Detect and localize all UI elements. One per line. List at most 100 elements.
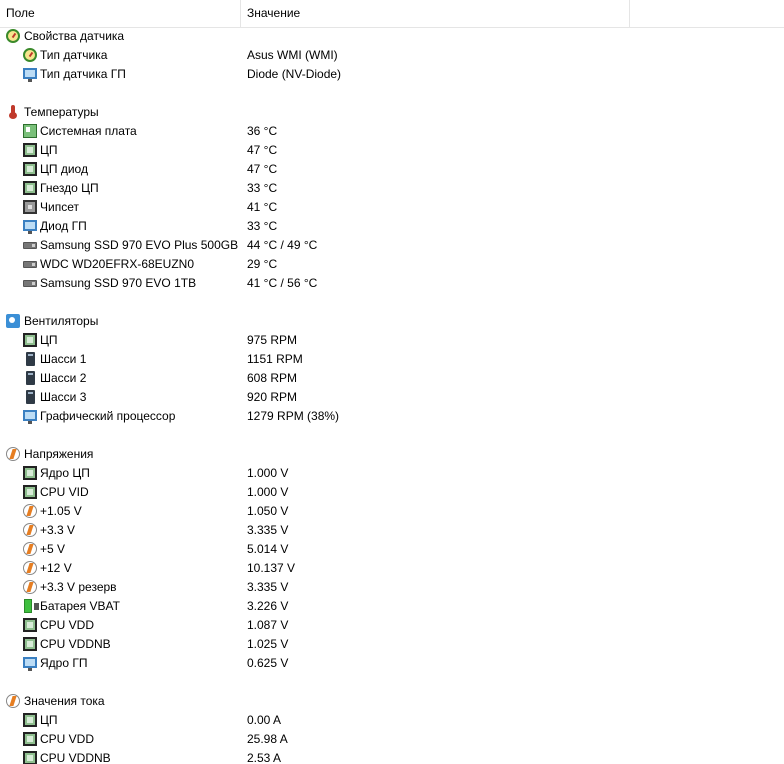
- list-item[interactable]: Батарея VBAT 3.226 V: [0, 597, 784, 616]
- field-label: +3.3 V резерв: [40, 580, 117, 594]
- list-item[interactable]: CPU VDD 25.98 A: [0, 730, 784, 749]
- category-row[interactable]: Напряжения: [0, 445, 784, 464]
- list-item[interactable]: CPU VDDNB 1.025 V: [0, 635, 784, 654]
- field-label: Чипсет: [40, 200, 79, 214]
- sensor-rows: Свойства датчика Тип датчика Asus WMI (WMI…: [0, 27, 784, 764]
- list-item[interactable]: CPU VDDNB 2.53 A: [0, 749, 784, 764]
- field-label: Samsung SSD 970 EVO 1TB: [40, 276, 197, 290]
- field-value: 47 °C: [247, 143, 278, 157]
- sensor-list-view: Поле Значение Свойства датчика Тип датчик…: [0, 0, 784, 764]
- field-value: 1.000 V: [247, 485, 289, 499]
- field-value: 1.087 V: [247, 618, 289, 632]
- motherboard-icon: [23, 124, 37, 138]
- field-label: Значения тока: [24, 694, 105, 708]
- list-item[interactable]: Samsung SSD 970 EVO Plus 500GB 44 °C / 49…: [0, 236, 784, 255]
- battery-icon: [24, 599, 39, 613]
- list-item[interactable]: CPU VDD 1.087 V: [0, 616, 784, 635]
- field-label: +5 V: [40, 542, 66, 556]
- list-item[interactable]: Ядро ГП 0.625 V: [0, 654, 784, 673]
- list-item[interactable]: +3.3 V 3.335 V: [0, 521, 784, 540]
- field-value: Asus WMI (WMI): [247, 48, 338, 62]
- list-item[interactable]: +5 V 5.014 V: [0, 540, 784, 559]
- field-label: CPU VDD: [40, 732, 95, 746]
- field-value: 0.625 V: [247, 656, 289, 670]
- drive-icon: [23, 261, 37, 268]
- field-value: 1.000 V: [247, 466, 289, 480]
- column-header: Поле Значение: [0, 0, 784, 28]
- cpu-chip-icon: [23, 732, 37, 746]
- column-header-value[interactable]: Значение: [241, 0, 630, 27]
- list-item[interactable]: Графический процессор 1279 RPM (38%): [0, 407, 784, 426]
- bolt-icon: [23, 504, 37, 518]
- gauge-icon: [23, 48, 37, 62]
- list-item[interactable]: Шасси 2 608 RPM: [0, 369, 784, 388]
- tower-case-icon: [26, 371, 35, 385]
- cpu-chip-icon: [23, 333, 37, 347]
- list-item[interactable]: WDC WD20EFRX-68EUZN0 29 °C: [0, 255, 784, 274]
- list-item[interactable]: Ядро ЦП 1.000 V: [0, 464, 784, 483]
- list-item[interactable]: ЦП 47 °C: [0, 141, 784, 160]
- field-value: 25.98 A: [247, 732, 288, 746]
- list-item[interactable]: Диод ГП 33 °C: [0, 217, 784, 236]
- bolt-icon: [6, 694, 20, 708]
- field-value: 41 °C / 56 °C: [247, 276, 318, 290]
- drive-icon: [23, 242, 37, 249]
- list-item[interactable]: Шасси 3 920 RPM: [0, 388, 784, 407]
- field-value: 3.335 V: [247, 523, 289, 537]
- tower-case-icon: [26, 390, 35, 404]
- field-value: 3.226 V: [247, 599, 289, 613]
- list-item[interactable]: +12 V 10.137 V: [0, 559, 784, 578]
- field-value: 2.53 A: [247, 751, 282, 764]
- category-row[interactable]: Свойства датчика: [0, 27, 784, 46]
- field-label: Тип датчика: [40, 48, 108, 62]
- list-item[interactable]: +3.3 V резерв 3.335 V: [0, 578, 784, 597]
- field-label: Графический процессор: [40, 409, 176, 423]
- drive-icon: [23, 280, 37, 287]
- field-value: 608 RPM: [247, 371, 298, 385]
- field-value: 920 RPM: [247, 390, 298, 404]
- field-label: ЦП: [40, 143, 58, 157]
- field-value: 975 RPM: [247, 333, 298, 347]
- list-item[interactable]: +1.05 V 1.050 V: [0, 502, 784, 521]
- field-value: 3.335 V: [247, 580, 289, 594]
- spacer-row: [0, 426, 784, 445]
- list-item[interactable]: ЦП 975 RPM: [0, 331, 784, 350]
- spacer-row: [0, 673, 784, 692]
- bolt-icon: [23, 561, 37, 575]
- field-label: WDC WD20EFRX-68EUZN0: [40, 257, 195, 271]
- list-item[interactable]: Тип датчика Asus WMI (WMI): [0, 46, 784, 65]
- field-label: Напряжения: [24, 447, 94, 461]
- list-item[interactable]: Тип датчика ГП Diode (NV-Diode): [0, 65, 784, 84]
- category-row[interactable]: Значения тока: [0, 692, 784, 711]
- field-label: ЦП: [40, 713, 58, 727]
- list-item[interactable]: CPU VID 1.000 V: [0, 483, 784, 502]
- list-item[interactable]: ЦП 0.00 A: [0, 711, 784, 730]
- list-item[interactable]: Гнездо ЦП 33 °C: [0, 179, 784, 198]
- field-value: 0.00 A: [247, 713, 282, 727]
- field-label: +12 V: [40, 561, 72, 575]
- list-item[interactable]: Системная плата 36 °C: [0, 122, 784, 141]
- field-label: CPU VID: [40, 485, 89, 499]
- list-item[interactable]: Чипсет 41 °C: [0, 198, 784, 217]
- cpu-chip-icon: [23, 751, 37, 764]
- field-label: Температуры: [24, 105, 99, 119]
- field-value: 44 °C / 49 °C: [247, 238, 318, 252]
- bolt-icon: [23, 523, 37, 537]
- field-label: Шасси 3: [40, 390, 87, 404]
- category-row[interactable]: Температуры: [0, 103, 784, 122]
- field-value: 33 °C: [247, 181, 278, 195]
- field-label: Системная плата: [40, 124, 137, 138]
- monitor-icon: [23, 220, 37, 234]
- field-label: Гнездо ЦП: [40, 181, 99, 195]
- list-item[interactable]: ЦП диод 47 °C: [0, 160, 784, 179]
- field-label: Свойства датчика: [24, 29, 125, 43]
- field-label: Ядро ГП: [40, 656, 88, 670]
- list-item[interactable]: Шасси 1 1151 RPM: [0, 350, 784, 369]
- bolt-icon: [23, 580, 37, 594]
- field-label: Батарея VBAT: [40, 599, 120, 613]
- column-header-field[interactable]: Поле: [0, 0, 241, 27]
- field-value: 1151 RPM: [247, 352, 303, 366]
- list-item[interactable]: Samsung SSD 970 EVO 1TB 41 °C / 56 °C: [0, 274, 784, 293]
- category-row[interactable]: Вентиляторы: [0, 312, 784, 331]
- field-value: 5.014 V: [247, 542, 289, 556]
